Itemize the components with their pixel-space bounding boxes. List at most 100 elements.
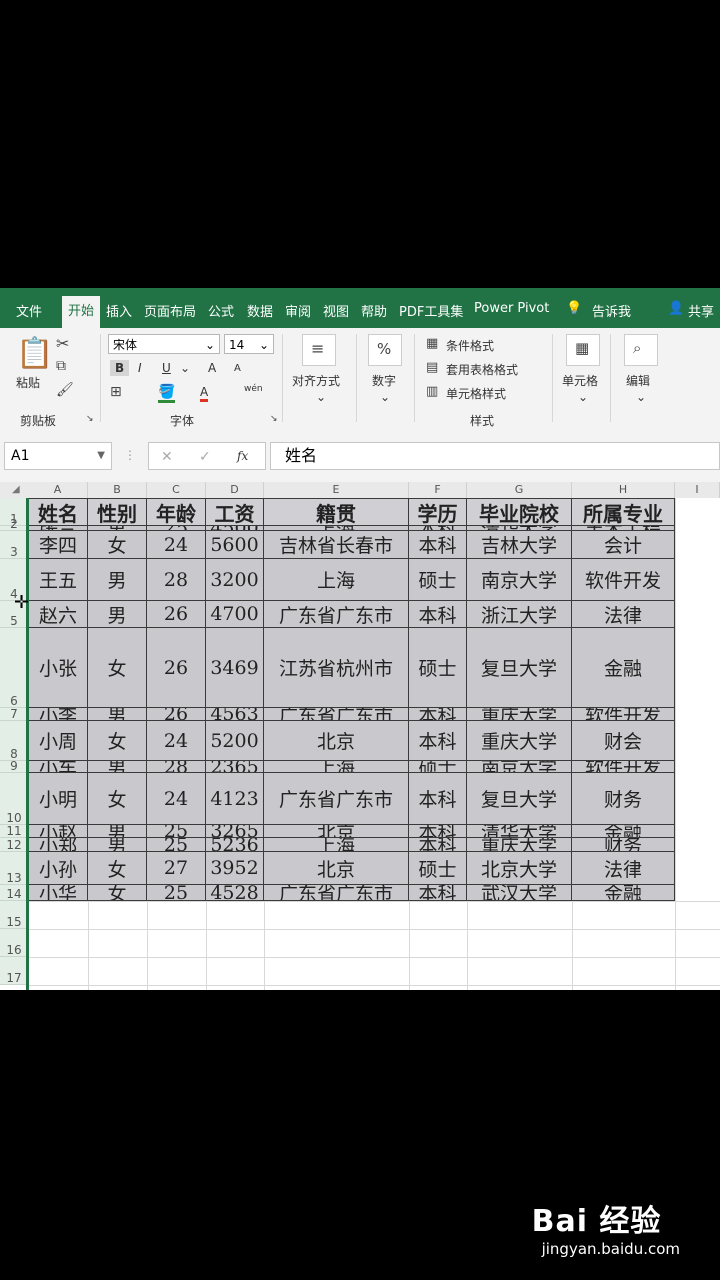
row-header-16[interactable]: 16 xyxy=(0,929,28,957)
table-cell[interactable]: 小郑 xyxy=(28,838,88,852)
header-cell[interactable]: 年龄 xyxy=(147,498,206,526)
table-cell[interactable]: 26 xyxy=(147,601,206,628)
table-cell[interactable]: 财会 xyxy=(572,721,675,761)
table-cell[interactable]: 4563 xyxy=(206,708,264,721)
underline-button[interactable]: U xyxy=(162,361,171,375)
table-cell[interactable]: 本科 xyxy=(409,721,467,761)
table-cell[interactable]: 小周 xyxy=(28,721,88,761)
table-cell[interactable]: 软件开发 xyxy=(572,708,675,721)
table-cell[interactable]: 本科 xyxy=(409,825,467,838)
column-header-f[interactable]: F xyxy=(409,482,467,498)
column-header-a[interactable]: A xyxy=(28,482,88,498)
table-cell[interactable]: 5200 xyxy=(206,721,264,761)
tab-insert[interactable]: 插入 xyxy=(106,301,132,320)
tab-help[interactable]: 帮助 xyxy=(361,301,387,320)
table-cell[interactable]: 金融 xyxy=(572,628,675,708)
table-cell[interactable]: 男 xyxy=(88,761,147,773)
table-cell[interactable]: 男 xyxy=(88,559,147,601)
table-cell[interactable]: 5236 xyxy=(206,838,264,852)
tab-view[interactable]: 视图 xyxy=(323,301,349,320)
tab-power-pivot[interactable]: Power Pivot xyxy=(474,301,549,316)
tab-pdf-tools[interactable]: PDF工具集 xyxy=(399,301,463,320)
font-color-button[interactable]: A xyxy=(200,385,209,402)
table-cell[interactable]: 小张 xyxy=(28,628,88,708)
table-cell[interactable]: 26 xyxy=(147,708,206,721)
table-cell[interactable]: 小华 xyxy=(28,885,88,901)
table-cell[interactable]: 会计 xyxy=(572,531,675,559)
conditional-format-button[interactable]: 条件格式 xyxy=(446,337,494,354)
tell-me-search[interactable]: 告诉我 xyxy=(592,301,631,320)
chevron-down-icon[interactable]: ⌄ xyxy=(316,390,326,404)
font-name-select[interactable]: 宋体 ⌄ xyxy=(108,334,220,354)
table-cell[interactable]: 男 xyxy=(88,825,147,838)
header-cell[interactable]: 工资 xyxy=(206,498,264,526)
table-cell[interactable]: 本科 xyxy=(409,773,467,825)
table-cell[interactable]: 25 xyxy=(147,825,206,838)
table-cell[interactable]: 金融 xyxy=(572,885,675,901)
table-cell[interactable]: 复旦大学 xyxy=(467,628,572,708)
chevron-down-icon[interactable]: ⌄ xyxy=(636,390,646,404)
tab-page-layout[interactable]: 页面布局 xyxy=(144,301,196,320)
row-header-9[interactable]: 9 xyxy=(0,760,28,773)
table-cell[interactable]: 26 xyxy=(147,628,206,708)
table-cell[interactable]: 硕士 xyxy=(409,628,467,708)
header-cell[interactable]: 籍贯 xyxy=(264,498,409,526)
table-cell[interactable]: 江苏省杭州市 xyxy=(264,628,409,708)
table-cell[interactable]: 复旦大学 xyxy=(467,773,572,825)
search-icon[interactable]: ⌕ xyxy=(624,334,658,366)
enter-button[interactable]: ✓ xyxy=(199,449,211,465)
table-cell[interactable]: 上海 xyxy=(264,761,409,773)
dialog-launcher-icon[interactable]: ↘ xyxy=(86,414,94,424)
fill-color-icon[interactable]: 🪣 xyxy=(158,384,176,403)
table-cell[interactable]: 软件开发 xyxy=(572,559,675,601)
table-cell[interactable]: 4528 xyxy=(206,885,264,901)
percent-icon[interactable]: % xyxy=(368,334,402,366)
table-cell[interactable]: 上海 xyxy=(264,838,409,852)
italic-button[interactable]: I xyxy=(138,361,142,375)
table-cell[interactable]: 硕士 xyxy=(409,761,467,773)
table-cell[interactable]: 3200 xyxy=(206,559,264,601)
dialog-launcher-icon[interactable]: ↘ xyxy=(270,414,278,424)
select-all-corner[interactable]: ◢ xyxy=(0,482,28,498)
table-cell[interactable]: 北京 xyxy=(264,852,409,885)
table-cell[interactable]: 2365 xyxy=(206,761,264,773)
table-cell[interactable]: 财务 xyxy=(572,773,675,825)
table-cell[interactable]: 本科 xyxy=(409,601,467,628)
table-cell[interactable]: 吉林大学 xyxy=(467,531,572,559)
table-cell[interactable]: 5600 xyxy=(206,531,264,559)
cell-style-button[interactable]: 单元格样式 xyxy=(446,385,506,402)
cells-icon[interactable]: ▦ xyxy=(566,334,600,366)
row-header-13[interactable]: 13 xyxy=(0,852,28,885)
table-cell[interactable]: 女 xyxy=(88,773,147,825)
worksheet-grid[interactable]: ◢ ABCDEFGHI1234567891011121314151617姓名性别… xyxy=(0,482,720,990)
table-cell[interactable]: 24 xyxy=(147,531,206,559)
row-header-3[interactable]: 3 xyxy=(0,531,28,559)
table-cell[interactable]: 25 xyxy=(147,885,206,901)
grow-font-button[interactable]: A xyxy=(208,361,216,375)
table-cell[interactable]: 上海 xyxy=(264,559,409,601)
table-cell[interactable]: 金融 xyxy=(572,825,675,838)
table-cell[interactable]: 3952 xyxy=(206,852,264,885)
cancel-button[interactable]: ✕ xyxy=(161,449,173,465)
table-cell[interactable]: 女 xyxy=(88,531,147,559)
row-header-7[interactable]: 7 xyxy=(0,708,28,721)
table-cell[interactable]: 男 xyxy=(88,708,147,721)
paste-icon[interactable]: 📋 xyxy=(16,336,53,371)
table-cell[interactable]: 赵六 xyxy=(28,601,88,628)
table-cell[interactable]: 24 xyxy=(147,721,206,761)
row-header-12[interactable]: 12 xyxy=(0,838,28,852)
row-header-11[interactable]: 11 xyxy=(0,825,28,838)
table-cell[interactable]: 本科 xyxy=(409,885,467,901)
table-cell[interactable]: 28 xyxy=(147,559,206,601)
table-cell[interactable]: 本科 xyxy=(409,708,467,721)
row-header-14[interactable]: 14 xyxy=(0,885,28,901)
table-cell[interactable]: 4123 xyxy=(206,773,264,825)
table-cell[interactable]: 24 xyxy=(147,773,206,825)
table-cell[interactable]: 财务 xyxy=(572,838,675,852)
row-header-15[interactable]: 15 xyxy=(0,901,28,929)
header-cell[interactable]: 性别 xyxy=(88,498,147,526)
table-cell[interactable]: 小李 xyxy=(28,708,88,721)
table-cell[interactable]: 女 xyxy=(88,721,147,761)
table-cell[interactable]: 3265 xyxy=(206,825,264,838)
table-cell[interactable]: 浙江大学 xyxy=(467,601,572,628)
